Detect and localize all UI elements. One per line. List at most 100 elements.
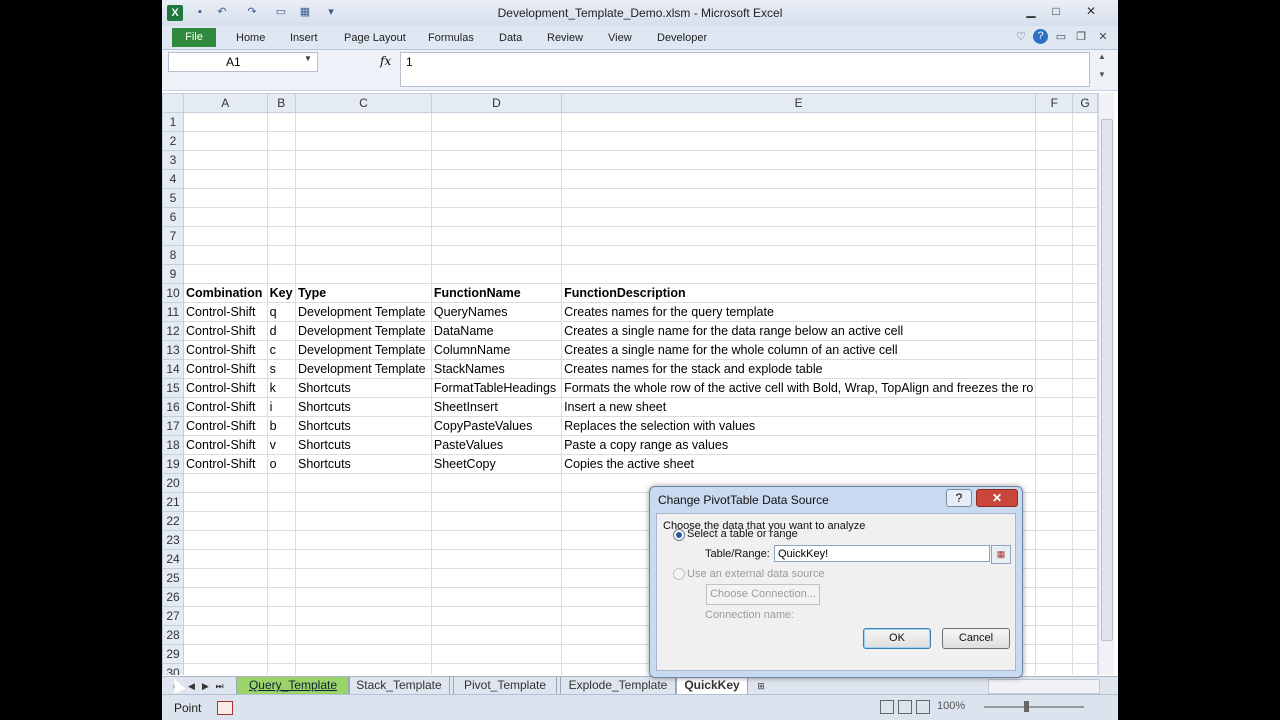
- cell[interactable]: [1072, 530, 1098, 550]
- cell[interactable]: Shortcuts: [295, 454, 432, 474]
- cell[interactable]: [266, 606, 297, 626]
- select-table-label[interactable]: Select a table or range: [687, 528, 798, 540]
- cell[interactable]: [183, 473, 268, 493]
- cell[interactable]: [1072, 587, 1098, 607]
- maximize-button[interactable]: □: [1043, 2, 1069, 20]
- row-header[interactable]: 17: [162, 416, 185, 436]
- cell[interactable]: [295, 226, 432, 246]
- cell[interactable]: [1072, 473, 1098, 493]
- row-header[interactable]: 23: [162, 530, 185, 550]
- cell[interactable]: [1072, 302, 1098, 322]
- cell[interactable]: [295, 511, 432, 531]
- cell[interactable]: Control-Shift: [183, 359, 268, 379]
- row-header[interactable]: 1: [162, 112, 185, 132]
- last-sheet-icon[interactable]: ⏭: [214, 679, 225, 693]
- cell[interactable]: s: [266, 359, 297, 379]
- column-header-c[interactable]: C: [295, 93, 432, 113]
- cell[interactable]: Formats the whole row of the active cell…: [561, 378, 1037, 398]
- zoom-slider-knob[interactable]: [1024, 701, 1029, 712]
- select-all-corner[interactable]: [162, 93, 185, 113]
- tab-review[interactable]: Review: [547, 29, 583, 47]
- row-header[interactable]: 21: [162, 492, 185, 512]
- cell[interactable]: [1035, 264, 1074, 284]
- cell[interactable]: [561, 112, 1037, 132]
- cell[interactable]: [1072, 625, 1098, 645]
- row-header[interactable]: 11: [162, 302, 185, 322]
- column-header-g[interactable]: G: [1072, 93, 1098, 113]
- cell[interactable]: [1035, 587, 1074, 607]
- cell[interactable]: [1072, 378, 1098, 398]
- cell[interactable]: [430, 644, 563, 664]
- cell[interactable]: [1072, 454, 1098, 474]
- cell[interactable]: Paste a copy range as values: [561, 435, 1037, 455]
- table-range-input[interactable]: QuickKey!: [774, 545, 990, 562]
- cell[interactable]: [266, 226, 297, 246]
- cell[interactable]: [295, 150, 432, 170]
- cell[interactable]: [266, 663, 297, 675]
- column-header-e[interactable]: E: [561, 93, 1037, 113]
- row-header[interactable]: 7: [162, 226, 185, 246]
- cell[interactable]: [1035, 644, 1074, 664]
- cell[interactable]: [295, 644, 432, 664]
- cell[interactable]: CopyPasteValues: [430, 416, 563, 436]
- page-layout-view-icon[interactable]: [898, 700, 912, 714]
- cell[interactable]: Development Template: [295, 359, 432, 379]
- cell[interactable]: Creates names for the stack and explode …: [561, 359, 1037, 379]
- cell[interactable]: [295, 264, 432, 284]
- cell[interactable]: [1035, 207, 1074, 227]
- sheet-tab-explode-template[interactable]: Explode_Template: [560, 677, 676, 694]
- cell[interactable]: [1035, 549, 1074, 569]
- cell[interactable]: [1035, 226, 1074, 246]
- cell[interactable]: [1072, 150, 1098, 170]
- cell[interactable]: [430, 511, 563, 531]
- cell[interactable]: [183, 150, 268, 170]
- cell[interactable]: [183, 207, 268, 227]
- cell[interactable]: [183, 587, 268, 607]
- minimize-ribbon-icon[interactable]: ♡: [1014, 31, 1028, 44]
- row-header[interactable]: 27: [162, 606, 185, 626]
- cell[interactable]: Control-Shift: [183, 454, 268, 474]
- cell[interactable]: [183, 131, 268, 151]
- vertical-scrollbar[interactable]: [1098, 93, 1114, 675]
- cell[interactable]: [1035, 492, 1074, 512]
- tab-page-layout[interactable]: Page Layout: [344, 29, 406, 47]
- cell[interactable]: [1072, 112, 1098, 132]
- cell[interactable]: [430, 568, 563, 588]
- cell[interactable]: [266, 169, 297, 189]
- dialog-help-button[interactable]: ?: [946, 489, 972, 507]
- cell[interactable]: [1035, 663, 1074, 675]
- cell[interactable]: Control-Shift: [183, 397, 268, 417]
- cell[interactable]: [561, 207, 1037, 227]
- window-close-icon[interactable]: ✕: [1096, 31, 1110, 44]
- cell[interactable]: DataName: [430, 321, 563, 341]
- ok-button[interactable]: OK: [863, 628, 931, 649]
- cell[interactable]: [561, 226, 1037, 246]
- cell[interactable]: QueryNames: [430, 302, 563, 322]
- cell[interactable]: [295, 245, 432, 265]
- cell[interactable]: [430, 207, 563, 227]
- cell[interactable]: [266, 112, 297, 132]
- cell[interactable]: [183, 606, 268, 626]
- cell[interactable]: [561, 131, 1037, 151]
- cell[interactable]: Shortcuts: [295, 378, 432, 398]
- cell[interactable]: [295, 112, 432, 132]
- cell[interactable]: [266, 511, 297, 531]
- tab-view[interactable]: View: [608, 29, 632, 47]
- cell[interactable]: Control-Shift: [183, 340, 268, 360]
- cell[interactable]: [266, 625, 297, 645]
- cell[interactable]: [266, 549, 297, 569]
- cell[interactable]: q: [266, 302, 297, 322]
- row-header[interactable]: 25: [162, 568, 185, 588]
- cell[interactable]: [266, 188, 297, 208]
- cell[interactable]: Shortcuts: [295, 397, 432, 417]
- cell[interactable]: [561, 264, 1037, 284]
- cell[interactable]: Type: [295, 283, 432, 303]
- cell[interactable]: [295, 549, 432, 569]
- cell[interactable]: Control-Shift: [183, 378, 268, 398]
- cell[interactable]: [295, 188, 432, 208]
- row-header[interactable]: 20: [162, 473, 185, 493]
- cell[interactable]: [430, 549, 563, 569]
- cell[interactable]: [1072, 492, 1098, 512]
- cell[interactable]: c: [266, 340, 297, 360]
- cell[interactable]: [430, 606, 563, 626]
